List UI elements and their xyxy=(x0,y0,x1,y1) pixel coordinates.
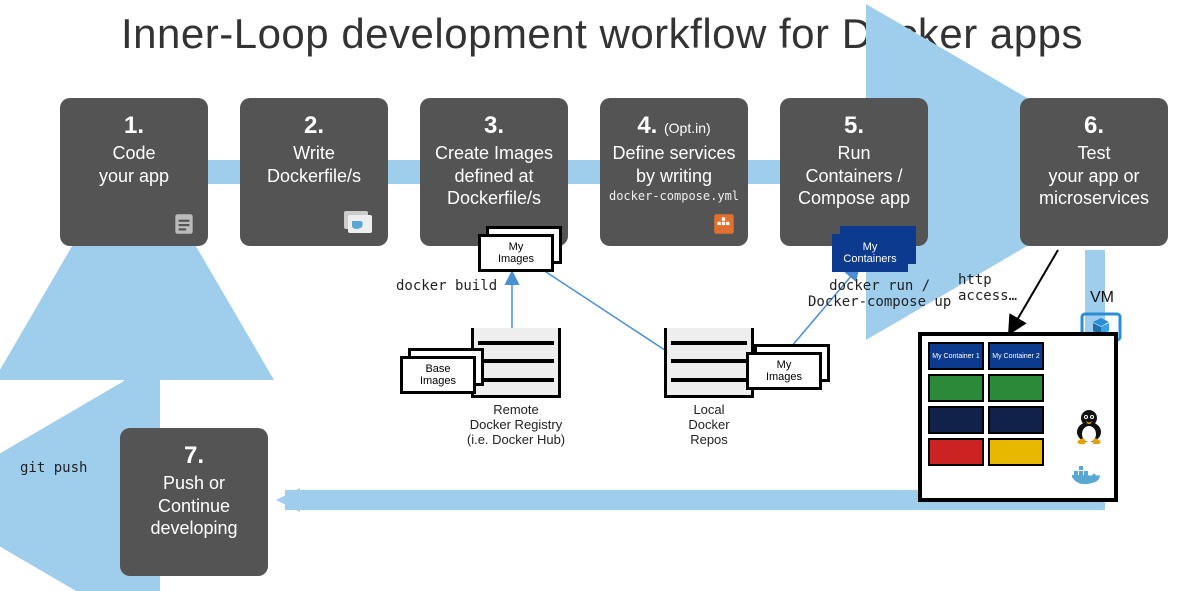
docker-compose-icon xyxy=(710,210,738,238)
step-2-dockerfile: 2. Write Dockerfile/s xyxy=(240,98,388,246)
step-text: Create Images defined at Dockerfile/s xyxy=(435,142,553,210)
step-text: Define services by writing xyxy=(612,142,735,187)
step-text: Test your app or microservices xyxy=(1039,142,1149,210)
step-text: Code your app xyxy=(99,142,169,187)
diagram-canvas: 1. Code your app 2. Write Dockerfile/s 3… xyxy=(0,0,1204,591)
step-6-test: 6. Test your app or microservices xyxy=(1020,98,1168,246)
registry-label: Remote Docker Registry (i.e. Docker Hub) xyxy=(446,402,586,447)
step-7-push: 7. Push or Continue developing xyxy=(120,428,268,576)
registry-label: Local Docker Repos xyxy=(654,402,764,447)
label-docker-build: docker build xyxy=(396,278,497,294)
label-git-push: git push xyxy=(20,460,87,476)
vm-label: VM xyxy=(1090,289,1114,307)
step-number: 6. xyxy=(1084,112,1104,140)
vm-cell-red xyxy=(928,438,984,466)
vm-container-1: My Container 1 xyxy=(928,342,984,370)
vm-cell-yellow xyxy=(988,438,1044,466)
label-docker-run: docker run / Docker-compose up xyxy=(808,278,951,310)
vm-cell-navy xyxy=(928,406,984,434)
step-text: Run Containers / Compose app xyxy=(798,142,910,210)
step-subtext: docker-compose.yml xyxy=(609,189,739,203)
step-5-run-containers: 5. Run Containers / Compose app xyxy=(780,98,928,246)
step-text: Push or Continue developing xyxy=(150,472,237,540)
step-number: 4. (Opt.in) xyxy=(637,112,710,140)
rack-icon xyxy=(664,328,754,398)
vm-cell-green xyxy=(988,374,1044,402)
label-http-access: http access… xyxy=(958,272,1017,304)
file-icon xyxy=(170,210,198,238)
step-1-code: 1. Code your app xyxy=(60,98,208,246)
vm-container-2: My Container 2 xyxy=(988,342,1044,370)
docker-whale-icon xyxy=(1068,461,1108,494)
step-text: Write Dockerfile/s xyxy=(267,142,361,187)
step-number: 7. xyxy=(184,442,204,470)
vm-cell-green xyxy=(928,374,984,402)
step-number: 3. xyxy=(484,112,504,140)
step-4-define-services: 4. (Opt.in) Define services by writing d… xyxy=(600,98,748,246)
step-number: 5. xyxy=(844,112,864,140)
vm-box: My Container 1 My Container 2 xyxy=(918,332,1118,502)
step-number: 2. xyxy=(304,112,324,140)
docker-icon xyxy=(342,208,378,238)
rack-icon xyxy=(471,328,561,398)
vm-cell-navy xyxy=(988,406,1044,434)
step-3-create-images: 3. Create Images defined at Dockerfile/s xyxy=(420,98,568,246)
linux-icon xyxy=(1072,406,1106,449)
step-number: 1. xyxy=(124,112,144,140)
